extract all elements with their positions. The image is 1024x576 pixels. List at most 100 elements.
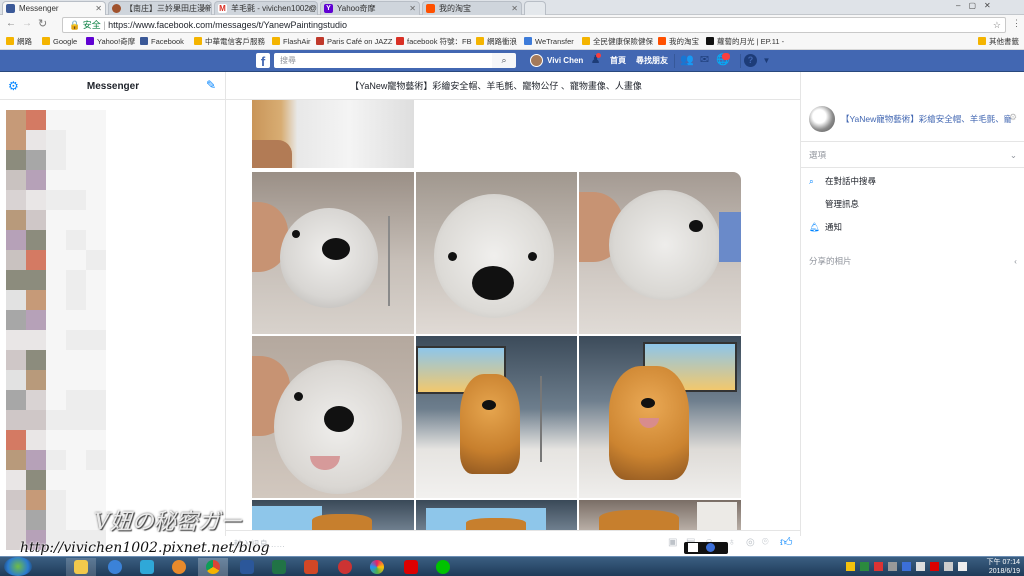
back-icon[interactable]: ← <box>6 18 16 29</box>
star-icon[interactable]: ☆ <box>993 18 1001 32</box>
taskbar-item[interactable] <box>396 558 426 576</box>
forward-icon[interactable]: → <box>22 18 32 29</box>
blurred-cell <box>86 450 106 470</box>
avatar[interactable] <box>530 54 543 67</box>
photo-message[interactable] <box>252 100 414 168</box>
taskbar-item[interactable] <box>330 558 360 576</box>
reload-icon[interactable]: ↻ <box>38 17 47 30</box>
like-icon[interactable]: 👍︎ <box>780 535 793 550</box>
photo-message[interactable] <box>579 500 741 530</box>
bookmark-label: Google <box>53 37 78 46</box>
taskbar-item[interactable] <box>264 558 294 576</box>
floating-toolbar[interactable] <box>684 542 728 554</box>
menu-icon[interactable]: ⋮ <box>1012 18 1021 29</box>
option-label: 通知 <box>825 222 843 232</box>
system-clock[interactable]: 下午 07:14 2018/6/19 <box>976 558 1020 576</box>
photo-message[interactable] <box>579 336 741 498</box>
camera-icon[interactable]: ⌾ <box>762 536 769 549</box>
photo-message[interactable] <box>252 172 414 334</box>
notifications-option[interactable]: 🔔︎ 通知 <box>809 220 842 234</box>
tab-label: 我的淘宝 <box>439 4 471 13</box>
photo-message[interactable] <box>252 336 414 498</box>
message-input[interactable]: 輸入訊息…… <box>234 538 654 550</box>
taskbar-item[interactable] <box>428 558 458 576</box>
help-icon[interactable]: ? <box>744 54 757 67</box>
tab-nanzhuang[interactable]: 【南庄】三妗果田庄漫新 ✕ <box>108 1 212 15</box>
photo-message[interactable] <box>416 336 577 498</box>
start-button[interactable] <box>4 557 32 576</box>
game-icon[interactable]: ◎ <box>746 537 755 548</box>
shared-photos-section-header[interactable]: 分享的相片 ‹ <box>801 248 1024 274</box>
bookmark-item[interactable]: Yahoo!奇摩 <box>86 35 135 49</box>
tab-yahoo[interactable]: Y Yahoo奇摩 ✕ <box>320 1 420 15</box>
bookmark-item[interactable]: 我的淘宝 <box>658 35 699 49</box>
tab-messenger[interactable]: Messenger ✕ <box>2 1 106 15</box>
facebook-logo-icon[interactable]: f <box>256 53 270 69</box>
bookmark-item[interactable]: 中華電信客戶服務 <box>194 35 265 49</box>
url-input[interactable]: 🔒 安全 | https://www.facebook.com/messages… <box>62 17 1006 33</box>
bookmark-label: Paris Café on JAZZ <box>327 37 393 46</box>
window-controls[interactable]: –▢✕ <box>956 1 999 10</box>
blurred-cell <box>66 170 86 190</box>
taskbar-item[interactable] <box>132 558 162 576</box>
search-icon[interactable]: ⌕ <box>492 53 516 68</box>
tab-gmail[interactable]: M 羊毛氈 - vivichen1002@ ✕ <box>214 1 318 15</box>
facebook-icon <box>6 4 15 13</box>
find-friends-link[interactable]: 尋找朋友 <box>636 54 668 68</box>
profile-link[interactable]: Vivi Chen <box>547 54 583 68</box>
taskbar-item[interactable] <box>198 558 228 576</box>
search-input[interactable]: 搜尋 <box>274 53 514 68</box>
bookmark-item[interactable]: facebook 符號：FB <box>396 35 472 49</box>
manage-messages[interactable]: 管理訊息 <box>809 197 859 211</box>
search-in-conversation[interactable]: ⌕ 在對話中搜尋 <box>809 174 876 188</box>
gear-icon[interactable]: ⚙ <box>1009 112 1017 123</box>
close-icon[interactable]: ✕ <box>307 2 314 15</box>
photo-message[interactable] <box>416 500 577 530</box>
dropdown-arrow-icon[interactable]: ▼ <box>760 54 773 67</box>
bookmark-label: 網路衝浪 <box>487 37 517 46</box>
friend-requests-icon[interactable]: 👥 <box>680 54 694 67</box>
photo-message[interactable] <box>416 172 577 334</box>
excel-icon <box>272 560 286 574</box>
taskbar-item[interactable] <box>296 558 326 576</box>
close-icon[interactable]: ✕ <box>511 2 518 15</box>
blurred-cell <box>6 390 26 410</box>
bookmark-item[interactable]: 網路衝浪 <box>476 35 517 49</box>
system-tray[interactable] <box>846 561 970 573</box>
options-section-header[interactable]: 選項 ⌄ <box>801 142 1024 168</box>
blurred-cell <box>26 410 46 430</box>
taskbar-item[interactable] <box>100 558 130 576</box>
photo-message[interactable] <box>252 500 414 530</box>
home-link[interactable]: 首頁 <box>610 54 626 68</box>
taskbar-item[interactable] <box>232 558 262 576</box>
blurred-cell <box>26 190 46 210</box>
bookmark-item[interactable]: 蘿蔔的月光 | EP.11 - <box>706 35 784 49</box>
photo-message[interactable] <box>579 172 741 334</box>
taskbar-item[interactable] <box>362 558 392 576</box>
blurred-cell <box>26 230 46 250</box>
bookmark-item[interactable]: 網路 <box>6 35 32 49</box>
bookmark-item[interactable]: WeTransfer <box>524 35 574 49</box>
taskbar-item[interactable] <box>164 558 194 576</box>
microphone-icon[interactable]: ♁ <box>728 537 736 548</box>
site-icon <box>112 4 121 13</box>
bookmark-item[interactable]: Google <box>42 35 77 49</box>
close-icon[interactable]: ✕ <box>409 2 416 15</box>
blurred-cell <box>66 190 86 210</box>
new-tab-button[interactable] <box>524 1 546 15</box>
avatar[interactable] <box>809 106 835 132</box>
compose-icon[interactable]: ✎ <box>206 78 216 92</box>
tab-taobao[interactable]: 我的淘宝 ✕ <box>422 1 522 15</box>
close-icon[interactable]: ✕ <box>95 2 102 15</box>
bookmark-item[interactable]: 全民健康保險健保 <box>582 35 653 49</box>
close-icon[interactable]: ✕ <box>201 2 208 15</box>
bookmark-item[interactable]: FlashAir <box>272 35 311 49</box>
bookmark-item[interactable]: 其他書籤 <box>978 35 1019 49</box>
bookmark-item[interactable]: Paris Café on JAZZ <box>316 35 392 49</box>
image-icon[interactable]: ▣ <box>668 537 677 548</box>
taskbar-item[interactable] <box>66 558 96 576</box>
contact-name[interactable]: 【YaNew寵物藝術】彩繪安全帽、羊毛氈、寵 <box>841 113 1011 125</box>
blurred-cell <box>46 510 66 530</box>
bookmark-item[interactable]: Facebook <box>140 35 184 49</box>
messenger-icon[interactable]: ✉ <box>698 54 711 67</box>
